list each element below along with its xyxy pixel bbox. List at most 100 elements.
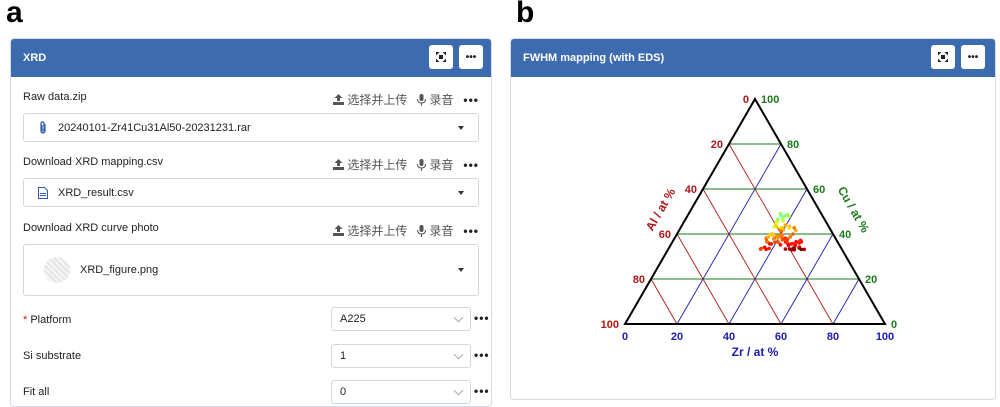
- param-label: Si substrate: [23, 350, 82, 362]
- tick-label-al: 20: [711, 139, 723, 151]
- scatter-point: [788, 235, 793, 239]
- select-value: A225: [340, 313, 366, 325]
- fwhm-card: FWHM mapping (with EDS) ••• 0 0 0 20 20 20 40 4…: [510, 38, 996, 400]
- expand-button[interactable]: [429, 45, 453, 69]
- tick-label-cu: 60: [813, 184, 825, 196]
- tick-label-al: 40: [685, 184, 697, 196]
- scatter-point: [797, 239, 802, 244]
- upload-label: 选择并上传: [347, 158, 408, 172]
- axis-title-al: Al / at %: [643, 186, 679, 234]
- platform-select[interactable]: A225: [331, 307, 471, 331]
- scatter-point: [791, 246, 795, 251]
- field-more-button[interactable]: •••: [463, 224, 479, 238]
- scatter-point: [787, 214, 791, 219]
- grid-line-zr: [832, 278, 860, 325]
- fwhm-card-header: FWHM mapping (with EDS) •••: [511, 39, 995, 77]
- expand-icon: [436, 52, 446, 62]
- microphone-icon: [417, 224, 427, 237]
- more-button[interactable]: •••: [459, 45, 483, 69]
- tick-label-cu: 80: [787, 139, 799, 151]
- scatter-point: [779, 233, 783, 237]
- file-field-photo: Download XRD curve photo 选择并上传 录音 •••: [23, 222, 479, 240]
- scatter-point: [783, 223, 788, 227]
- scatter-point: [787, 247, 792, 251]
- scatter-point: [771, 232, 775, 236]
- xrd-title: XRD: [23, 52, 47, 64]
- tick-label-cu: 0: [891, 319, 897, 331]
- tick-label-al: 100: [601, 319, 619, 331]
- more-button[interactable]: •••: [961, 45, 985, 69]
- record-button[interactable]: 录音: [417, 91, 453, 108]
- scatter-point: [785, 239, 789, 244]
- microphone-icon: [417, 158, 427, 171]
- scatter-point: [793, 228, 798, 232]
- upload-label: 选择并上传: [347, 93, 408, 107]
- tick-label-cu: 20: [865, 274, 877, 286]
- select-value: 0: [340, 386, 347, 398]
- select-value: 1: [340, 350, 347, 362]
- upload-button[interactable]: 选择并上传: [333, 91, 407, 108]
- file-select-photo[interactable]: XRD_figure.png: [23, 244, 479, 296]
- axis-title-cu: Cu / at %: [835, 184, 873, 235]
- record-button[interactable]: 录音: [417, 156, 453, 173]
- file-select-raw[interactable]: 20240101-Zr41Cu31Al50-20231231.rar: [23, 113, 479, 142]
- param-label-text: Platform: [30, 314, 72, 326]
- tick-label-al: 60: [659, 229, 671, 241]
- chevron-down-icon: [453, 385, 464, 396]
- axis-title-zr: Zr / at %: [732, 345, 779, 359]
- microphone-icon: [417, 93, 427, 106]
- paperclip-icon: [40, 121, 46, 134]
- fit-all-select[interactable]: 0: [331, 380, 471, 404]
- file-select-mapping[interactable]: XRD_result.csv: [23, 178, 479, 207]
- chevron-down-icon: [453, 312, 464, 323]
- param-more-button[interactable]: •••: [474, 311, 490, 325]
- scatter-point: [791, 241, 795, 246]
- ternary-chart: 0 0 0 20 20 20 40 40 40 60 60 60 80 80 80 100 100 100 Zr /…: [601, 94, 897, 359]
- scatter-point: [773, 240, 777, 245]
- upload-button[interactable]: 选择并上传: [333, 156, 407, 173]
- tick-label-zr: 80: [827, 331, 839, 343]
- record-label: 录音: [429, 93, 454, 107]
- field-actions: 选择并上传 录音 •••: [333, 222, 479, 239]
- param-more-button[interactable]: •••: [474, 348, 490, 362]
- field-more-button[interactable]: •••: [463, 158, 479, 172]
- caret-down-icon: [458, 190, 464, 195]
- upload-label: 选择并上传: [347, 224, 408, 238]
- field-label: Download XRD curve photo: [23, 222, 159, 234]
- more-dots: •••: [465, 51, 477, 63]
- file-icon: [38, 186, 48, 199]
- param-label: * Platform: [23, 314, 71, 326]
- scatter-point: [781, 237, 786, 242]
- record-label: 录音: [429, 224, 454, 238]
- record-button[interactable]: 录音: [417, 222, 453, 239]
- field-label: Download XRD mapping.csv: [23, 156, 164, 168]
- upload-icon: [333, 159, 345, 170]
- required-mark: *: [23, 314, 28, 326]
- field-more-button[interactable]: •••: [463, 93, 479, 107]
- tick-label-zr: 40: [723, 331, 735, 343]
- file-value: XRD_figure.png: [80, 264, 159, 276]
- caret-down-icon: [458, 268, 464, 272]
- param-more-button[interactable]: •••: [474, 384, 490, 398]
- field-actions: 选择并上传 录音 •••: [333, 91, 479, 108]
- file-value: XRD_result.csv: [58, 186, 134, 199]
- grid-line-zr: [728, 188, 808, 325]
- upload-button[interactable]: 选择并上传: [333, 222, 407, 239]
- file-field-raw: Raw data.zip 选择并上传 录音 •••: [23, 91, 479, 109]
- caret-down-icon: [458, 125, 464, 130]
- upload-icon: [333, 94, 345, 105]
- xrd-card: XRD ••• Raw data.zip 选择并上传 录音 ••• 202401…: [10, 38, 492, 407]
- expand-button[interactable]: [931, 45, 955, 69]
- file-field-mapping: Download XRD mapping.csv 选择并上传 录音 •••: [23, 156, 479, 174]
- xrd-card-header: XRD •••: [11, 39, 491, 77]
- scatter-point: [780, 226, 785, 230]
- expand-icon: [938, 52, 948, 62]
- file-value: 20240101-Zr41Cu31Al50-20231231.rar: [58, 121, 251, 134]
- tick-label-cu: 100: [761, 94, 779, 106]
- scatter-point: [775, 234, 779, 238]
- scatter-point: [783, 247, 788, 251]
- fwhm-title: FWHM mapping (with EDS): [523, 52, 665, 64]
- tick-label-zr: 60: [775, 331, 787, 343]
- si-substrate-select[interactable]: 1: [331, 344, 471, 368]
- grid-line-al: [650, 278, 678, 325]
